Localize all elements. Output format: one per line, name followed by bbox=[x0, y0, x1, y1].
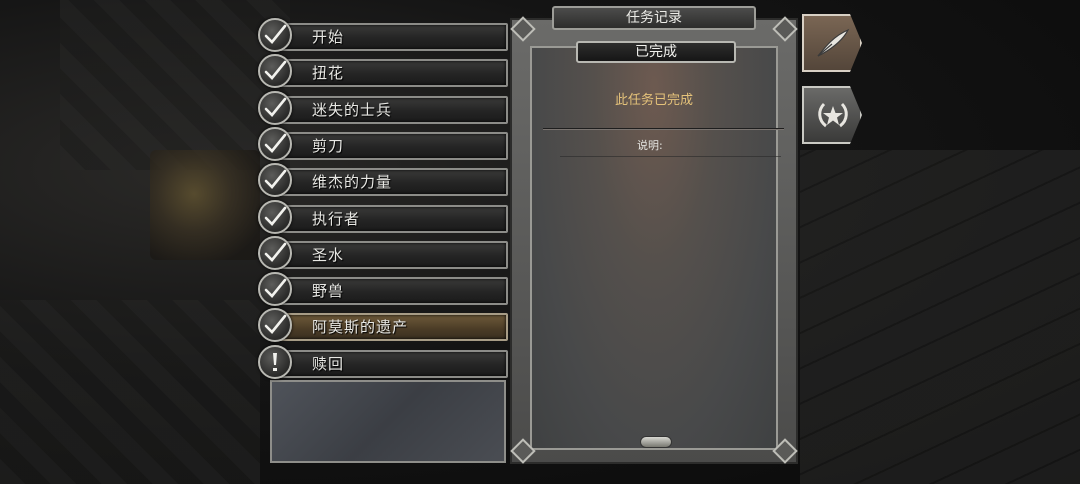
background-treasure-chest bbox=[150, 150, 260, 260]
quest-status-badge bbox=[258, 344, 292, 379]
description-label: 说明: bbox=[637, 139, 663, 152]
checkmark-icon bbox=[264, 60, 287, 81]
laurel-star-icon bbox=[818, 102, 848, 128]
divider bbox=[560, 156, 781, 157]
quest-item[interactable]: 执行者 bbox=[258, 199, 508, 234]
checkmark-icon bbox=[264, 169, 287, 190]
quest-log-title: 任务记录 bbox=[552, 6, 756, 30]
quest-item-label: 维杰的力量 bbox=[312, 173, 393, 192]
quest-status-badge bbox=[258, 272, 292, 307]
quest-item[interactable]: 赎回 bbox=[258, 344, 508, 379]
quest-item[interactable]: 阿莫斯的遗产 bbox=[258, 308, 508, 343]
quest-status-badge bbox=[258, 54, 292, 89]
tab-achievements[interactable] bbox=[802, 86, 862, 144]
quest-item-label: 剪刀 bbox=[312, 136, 345, 155]
scroll-knob[interactable] bbox=[640, 436, 672, 448]
quest-item-label: 野兽 bbox=[312, 282, 345, 301]
quest-item[interactable]: 剪刀 bbox=[258, 126, 508, 161]
quest-status-badge bbox=[258, 235, 292, 270]
checkmark-icon bbox=[264, 133, 287, 153]
quest-status-badge bbox=[258, 199, 292, 234]
quest-item-label: 扭花 bbox=[312, 64, 345, 83]
divider bbox=[543, 128, 784, 129]
quest-item[interactable]: 维杰的力量 bbox=[258, 163, 508, 198]
background-stone-floor bbox=[800, 150, 1080, 484]
quest-item[interactable]: 野兽 bbox=[258, 272, 508, 307]
checkmark-icon bbox=[264, 97, 287, 117]
tab-quest-journal[interactable] bbox=[802, 14, 862, 72]
quest-status-badge bbox=[258, 90, 292, 125]
status-message: 此任务已完成 bbox=[614, 93, 693, 108]
background-rock bbox=[0, 300, 260, 484]
checkmark-icon bbox=[264, 278, 287, 299]
quest-item-label: 执行者 bbox=[312, 209, 361, 228]
quest-status-badge bbox=[258, 18, 292, 52]
quest-item[interactable]: 开始 bbox=[258, 18, 508, 52]
quest-list-footer bbox=[270, 380, 506, 463]
quest-item[interactable]: 圣水 bbox=[258, 235, 508, 270]
checkmark-icon bbox=[264, 242, 287, 262]
quest-status-badge bbox=[258, 308, 292, 343]
status-tab[interactable]: 已完成 bbox=[576, 41, 736, 63]
background-stone-wall bbox=[60, 0, 290, 170]
quest-status-badge bbox=[258, 163, 292, 198]
exclamation-icon bbox=[273, 352, 277, 371]
quest-item-label: 圣水 bbox=[312, 245, 345, 264]
quest-item-label: 阿莫斯的遗产 bbox=[312, 318, 409, 337]
quest-item-label: 赎回 bbox=[312, 354, 345, 373]
checkmark-icon bbox=[264, 206, 287, 226]
quest-item[interactable]: 扭花 bbox=[258, 54, 508, 89]
checkmark-icon bbox=[264, 24, 287, 44]
quest-item-label: 迷失的士兵 bbox=[312, 100, 393, 119]
checkmark-icon bbox=[264, 315, 287, 335]
feather-quill-icon bbox=[817, 28, 850, 57]
quest-item-label: 开始 bbox=[312, 28, 345, 46]
quest-status-badge bbox=[258, 126, 292, 161]
quest-item[interactable]: 迷失的士兵 bbox=[258, 90, 508, 125]
